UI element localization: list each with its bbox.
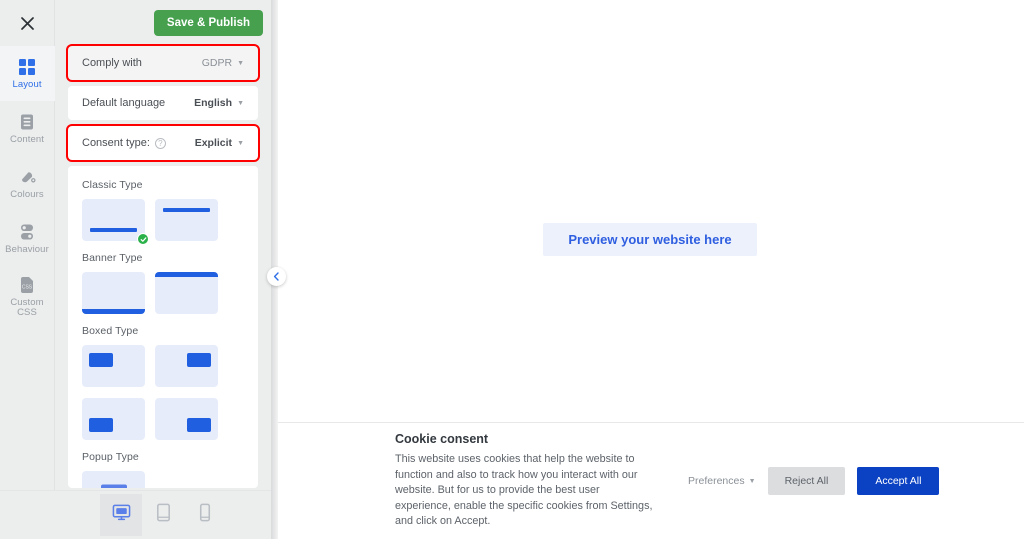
- device-button-tablet[interactable]: [142, 494, 184, 536]
- panel-header: Save & Publish: [55, 0, 271, 46]
- sidebar-item-behaviour[interactable]: Behaviour: [0, 211, 55, 266]
- thumb-bar: [155, 272, 218, 277]
- cookie-consent-banner: Cookie consent This website uses cookies…: [278, 422, 1024, 539]
- preview-stage: Preview your website here Cookie consent…: [278, 0, 1024, 539]
- device-preview-toolbar: [0, 490, 271, 539]
- sidebar-item-label: Custom CSS: [10, 297, 44, 318]
- layout-thumb-banner-bottom[interactable]: [82, 272, 145, 314]
- thumb-bar: [187, 418, 211, 432]
- chevron-down-icon: ▼: [237, 99, 244, 107]
- chevron-down-icon: ▼: [237, 139, 244, 147]
- setting-label: Default language: [82, 97, 166, 109]
- sidebar-item-content[interactable]: Content: [0, 101, 55, 156]
- setting-value-text: Explicit: [194, 137, 233, 149]
- thumb-bar: [163, 208, 210, 212]
- device-button-desktop[interactable]: [100, 494, 142, 536]
- setting-label: Consent type:: [82, 137, 150, 149]
- layout-thumb-boxed-bottom-right[interactable]: [155, 398, 218, 440]
- thumb-bar: [90, 228, 137, 232]
- sidebar-item-label: Content: [10, 133, 44, 145]
- layout-thumb-classic-bottom[interactable]: [82, 199, 145, 241]
- popup-type-thumbs: [82, 471, 244, 488]
- layout-thumb-popup-center[interactable]: [82, 471, 145, 488]
- document-icon: [18, 113, 36, 131]
- chevron-down-icon: ▼: [748, 477, 756, 485]
- consent-body: This website uses cookies that help the …: [395, 453, 653, 528]
- sidebar-item-label: Layout: [12, 78, 42, 90]
- setting-row-comply-with[interactable]: Comply with GDPR ▼: [66, 44, 260, 82]
- mobile-icon: [198, 503, 212, 527]
- setting-row-consent-type[interactable]: Consent type: ? Explicit ▼: [66, 124, 260, 162]
- setting-value-default-language[interactable]: English ▼: [194, 97, 244, 109]
- panel-body: Comply with GDPR ▼ Default language Engl…: [55, 44, 271, 488]
- tablet-icon: [155, 503, 172, 527]
- reject-all-button[interactable]: Reject All: [767, 467, 846, 495]
- classic-type-thumbs: [82, 199, 244, 245]
- sidebar-item-layout[interactable]: Layout: [0, 46, 55, 101]
- layout-thumb-classic-top[interactable]: [155, 199, 218, 241]
- paint-drop-icon: [18, 168, 36, 186]
- setting-label-wrap: Consent type: ?: [82, 137, 166, 149]
- layout-thumb-banner-top[interactable]: [155, 272, 218, 314]
- consent-actions: Preferences ▼ Reject All Accept All: [688, 467, 940, 495]
- save-publish-button[interactable]: Save & Publish: [153, 10, 263, 36]
- desktop-icon: [112, 503, 131, 527]
- type-group-title: Boxed Type: [82, 325, 139, 337]
- sidebar-item-label: Colours: [10, 188, 44, 200]
- icon-rail: Layout Content Colours Behaviour CSS Cus…: [0, 0, 55, 539]
- consent-text-block: Cookie consent This website uses cookies…: [278, 432, 658, 530]
- boxed-type-thumbs-row1: [82, 345, 244, 387]
- preferences-label: Preferences: [688, 475, 745, 487]
- preview-placeholder-text: Preview your website here: [568, 232, 732, 247]
- preferences-button[interactable]: Preferences ▼: [688, 475, 756, 487]
- settings-panel: Save & Publish Comply with GDPR ▼ Defaul…: [55, 0, 271, 539]
- type-group-title: Popup Type: [82, 451, 139, 463]
- boxed-type-thumbs-row2: [82, 398, 244, 440]
- banner-type-thumbs: [82, 272, 244, 314]
- close-icon[interactable]: [0, 0, 55, 46]
- collapse-panel-button[interactable]: [267, 267, 286, 286]
- thumb-bar: [82, 309, 145, 314]
- type-group-title: Classic Type: [82, 179, 143, 191]
- cookie-banner-editor: Layout Content Colours Behaviour CSS Cus…: [0, 0, 1024, 539]
- chevron-down-icon: ▼: [237, 59, 244, 67]
- layout-thumb-boxed-bottom-left[interactable]: [82, 398, 145, 440]
- type-group-title: Banner Type: [82, 252, 143, 264]
- device-button-mobile[interactable]: [184, 494, 226, 536]
- sidebar-item-label: Behaviour: [5, 243, 49, 255]
- thumb-bar: [89, 418, 113, 432]
- layout-thumb-boxed-top-left[interactable]: [82, 345, 145, 387]
- consent-title: Cookie consent: [395, 432, 489, 447]
- setting-row-default-language[interactable]: Default language English ▼: [68, 86, 258, 120]
- grid-icon: [18, 58, 36, 76]
- layout-type-card: Classic Type Banner Type Boxed Type Popu…: [68, 166, 258, 488]
- thumb-wrap: [82, 199, 149, 245]
- help-icon[interactable]: ?: [154, 137, 166, 149]
- sidebar-item-custom-css[interactable]: CSS Custom CSS: [0, 266, 55, 328]
- chevron-left-icon: [273, 272, 279, 281]
- preview-placeholder: Preview your website here: [543, 223, 757, 256]
- sidebar-item-colours[interactable]: Colours: [0, 156, 55, 211]
- thumb-bar: [187, 353, 211, 367]
- toggle-icon: [18, 223, 36, 241]
- layout-thumb-boxed-top-right[interactable]: [155, 345, 218, 387]
- thumb-bar: [89, 353, 113, 367]
- setting-value-text: English: [194, 97, 233, 109]
- css-file-icon: CSS: [18, 276, 36, 294]
- setting-label: Comply with: [82, 57, 142, 69]
- setting-value-consent-type[interactable]: Explicit ▼: [195, 137, 244, 149]
- svg-text:CSS: CSS: [22, 285, 33, 291]
- selected-check-icon: [137, 233, 149, 245]
- setting-value-comply-with[interactable]: GDPR ▼: [202, 57, 244, 69]
- setting-value-text: GDPR: [201, 57, 233, 69]
- thumb-bar: [100, 484, 127, 488]
- accept-all-button[interactable]: Accept All: [857, 467, 940, 495]
